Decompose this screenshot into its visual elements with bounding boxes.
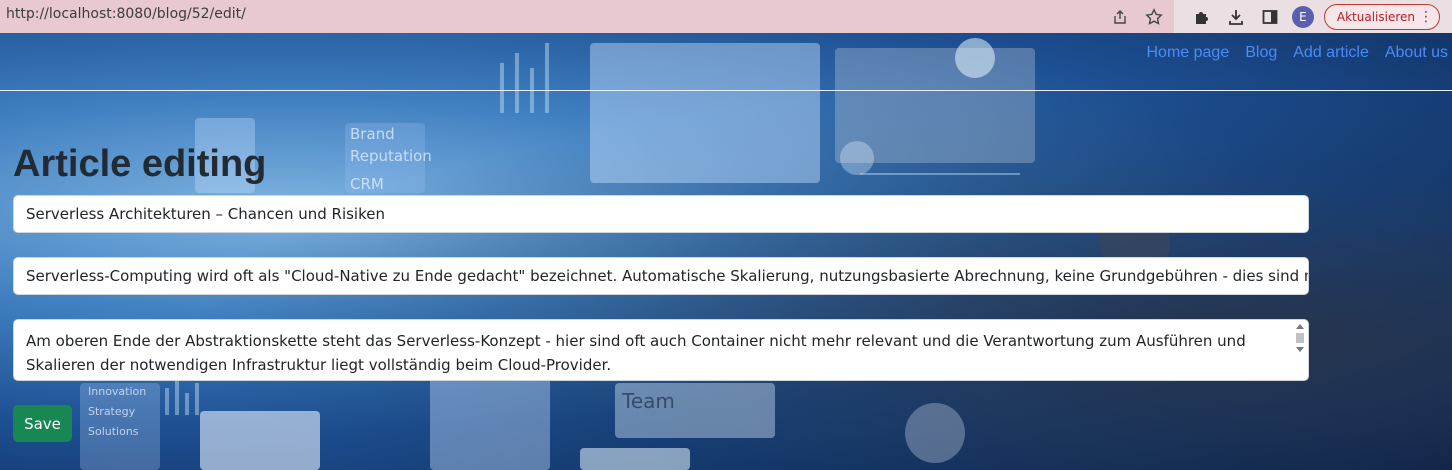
bg-label-solutions: Solutions	[88, 425, 139, 438]
page-content: Brand Reputation CRM Team Innovation Str…	[0, 33, 1452, 470]
profile-avatar[interactable]: E	[1291, 5, 1314, 28]
save-button[interactable]: Save	[13, 405, 72, 442]
bg-label-innovation: Innovation	[88, 385, 147, 398]
article-intro-value: Serverless-Computing wird oft als "Cloud…	[26, 267, 1309, 285]
share-icon[interactable]	[1108, 5, 1132, 29]
main-nav: Home page Blog Add article About us	[1131, 44, 1449, 62]
nav-blog[interactable]: Blog	[1245, 44, 1277, 62]
nav-home-page[interactable]: Home page	[1147, 44, 1230, 62]
bookmark-star-icon[interactable]	[1142, 5, 1166, 29]
browser-toolbar: http://localhost:8080/blog/52/edit/ E Ak…	[0, 0, 1452, 33]
article-body-value: Am oberen Ende der Abstraktionskette ste…	[26, 332, 1246, 374]
article-title-input[interactable]: Serverless Architekturen – Chancen und R…	[13, 195, 1309, 233]
scroll-up-arrow-icon[interactable]	[1296, 324, 1304, 329]
extensions-group: E Aktualisieren ⋮	[1173, 0, 1452, 33]
bg-label-reputation: Reputation	[350, 147, 432, 165]
address-bar-url[interactable]: http://localhost:8080/blog/52/edit/	[6, 6, 246, 22]
scroll-down-arrow-icon[interactable]	[1296, 347, 1304, 352]
scroll-thumb[interactable]	[1296, 333, 1304, 343]
browser-actions: E Aktualisieren ⋮	[1098, 0, 1452, 33]
nav-add-article[interactable]: Add article	[1293, 44, 1369, 62]
update-button-label: Aktualisieren	[1336, 9, 1415, 24]
kebab-menu-icon[interactable]: ⋮	[1419, 9, 1433, 25]
bg-label-brand: Brand	[350, 125, 395, 143]
download-icon[interactable]	[1224, 5, 1248, 29]
article-title-value: Serverless Architekturen – Chancen und R…	[26, 205, 385, 223]
nav-divider	[0, 90, 1452, 91]
update-button[interactable]: Aktualisieren ⋮	[1323, 3, 1440, 30]
textarea-scrollbar[interactable]	[1294, 322, 1306, 378]
page-title: Article editing	[13, 143, 267, 185]
bg-label-team: Team	[622, 389, 675, 413]
article-intro-input[interactable]: Serverless-Computing wird oft als "Cloud…	[13, 257, 1309, 295]
nav-about-us[interactable]: About us	[1385, 44, 1448, 62]
article-body-textarea[interactable]: Am oberen Ende der Abstraktionskette ste…	[13, 319, 1309, 381]
side-panel-icon[interactable]	[1258, 5, 1282, 29]
bg-label-strategy: Strategy	[88, 405, 136, 418]
bg-label-crm: CRM	[350, 175, 384, 193]
extensions-puzzle-icon[interactable]	[1190, 5, 1214, 29]
